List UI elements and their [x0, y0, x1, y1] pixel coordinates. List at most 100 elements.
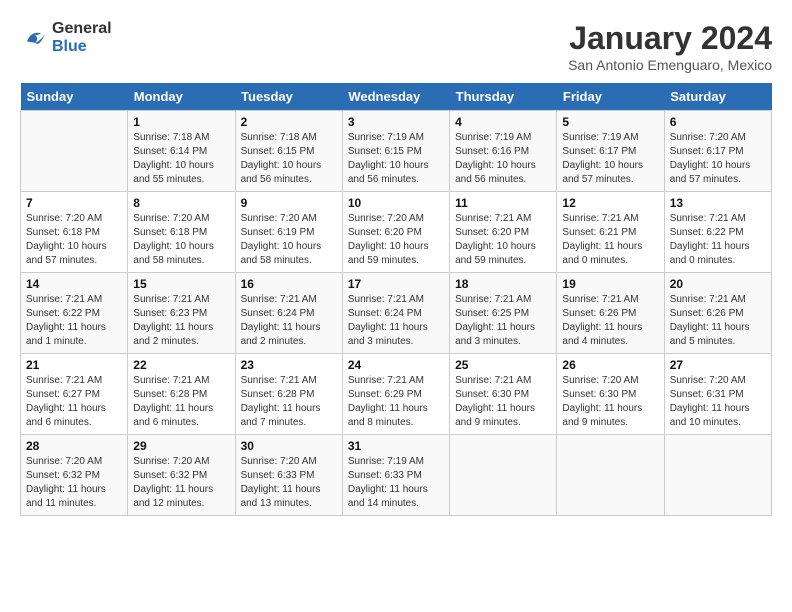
day-info: Sunrise: 7:21 AM Sunset: 6:30 PM Dayligh… — [455, 374, 551, 430]
calendar-cell: 31 Sunrise: 7:19 AM Sunset: 6:33 PM Dayli… — [342, 435, 449, 516]
calendar-body: 1 Sunrise: 7:18 AM Sunset: 6:14 PM Daylig… — [21, 111, 772, 516]
day-number: 8 — [133, 196, 229, 210]
day-number: 24 — [348, 358, 444, 372]
calendar-cell: 23Sunrise: 7:21 AM Sunset: 6:28 PM Dayli… — [235, 354, 342, 435]
day-number: 16 — [241, 277, 337, 291]
calendar-cell: 26 Sunrise: 7:20 AM Sunset: 6:30 PM Dayli… — [557, 354, 664, 435]
day-number: 28 — [26, 439, 122, 453]
day-number: 10 — [348, 196, 444, 210]
weekday-sunday: Sunday — [21, 83, 128, 111]
calendar-cell: 11 Sunrise: 7:21 AM Sunset: 6:20 PM Dayli… — [450, 192, 557, 273]
calendar-cell: 1 Sunrise: 7:18 AM Sunset: 6:14 PM Daylig… — [128, 111, 235, 192]
calendar-cell: 19 Sunrise: 7:21 AM Sunset: 6:26 PM Dayli… — [557, 273, 664, 354]
day-number: 31 — [348, 439, 444, 453]
day-number: 11 — [455, 196, 551, 210]
calendar-cell: 7Sunrise: 7:20 AM Sunset: 6:18 PM Daylig… — [21, 192, 128, 273]
day-number: 22 — [133, 358, 229, 372]
day-info: Sunrise: 7:21 AM Sunset: 6:28 PM Dayligh… — [133, 374, 229, 430]
day-info: Sunrise: 7:18 AM Sunset: 6:14 PM Dayligh… — [133, 131, 229, 187]
calendar-cell: 18 Sunrise: 7:21 AM Sunset: 6:25 PM Dayli… — [450, 273, 557, 354]
day-info: Sunrise: 7:20 AM Sunset: 6:32 PM Dayligh… — [133, 455, 229, 511]
calendar-cell: 4 Sunrise: 7:19 AM Sunset: 6:16 PM Daylig… — [450, 111, 557, 192]
day-number: 15 — [133, 277, 229, 291]
calendar-cell: 3 Sunrise: 7:19 AM Sunset: 6:15 PM Daylig… — [342, 111, 449, 192]
day-info: Sunrise: 7:19 AM Sunset: 6:16 PM Dayligh… — [455, 131, 551, 187]
page-header: General Blue January 2024 San Antonio Em… — [20, 20, 772, 73]
calendar-cell: 10 Sunrise: 7:20 AM Sunset: 6:20 PM Dayli… — [342, 192, 449, 273]
day-number: 1 — [133, 115, 229, 129]
day-number: 23 — [241, 358, 337, 372]
calendar-week-3: 14 Sunrise: 7:21 AM Sunset: 6:22 PM Dayli… — [21, 273, 772, 354]
calendar-cell: 6 Sunrise: 7:20 AM Sunset: 6:17 PM Daylig… — [664, 111, 771, 192]
calendar-cell: 2Sunrise: 7:18 AM Sunset: 6:15 PM Daylig… — [235, 111, 342, 192]
day-number: 26 — [562, 358, 658, 372]
day-info: Sunrise: 7:20 AM Sunset: 6:31 PM Dayligh… — [670, 374, 766, 430]
day-info: Sunrise: 7:21 AM Sunset: 6:29 PM Dayligh… — [348, 374, 444, 430]
logo-blue: Blue — [52, 38, 112, 56]
day-info: Sunrise: 7:21 AM Sunset: 6:20 PM Dayligh… — [455, 212, 551, 268]
day-info: Sunrise: 7:20 AM Sunset: 6:32 PM Dayligh… — [26, 455, 122, 511]
day-info: Sunrise: 7:19 AM Sunset: 6:33 PM Dayligh… — [348, 455, 444, 511]
calendar-cell: 20Sunrise: 7:21 AM Sunset: 6:26 PM Dayli… — [664, 273, 771, 354]
day-info: Sunrise: 7:21 AM Sunset: 6:21 PM Dayligh… — [562, 212, 658, 268]
calendar-table: SundayMondayTuesdayWednesdayThursdayFrid… — [20, 83, 772, 516]
day-info: Sunrise: 7:21 AM Sunset: 6:22 PM Dayligh… — [670, 212, 766, 268]
calendar-cell: 25 Sunrise: 7:21 AM Sunset: 6:30 PM Dayli… — [450, 354, 557, 435]
day-info: Sunrise: 7:20 AM Sunset: 6:17 PM Dayligh… — [670, 131, 766, 187]
day-info: Sunrise: 7:20 AM Sunset: 6:30 PM Dayligh… — [562, 374, 658, 430]
calendar-cell: 29 Sunrise: 7:20 AM Sunset: 6:32 PM Dayli… — [128, 435, 235, 516]
day-number: 3 — [348, 115, 444, 129]
calendar-week-2: 7Sunrise: 7:20 AM Sunset: 6:18 PM Daylig… — [21, 192, 772, 273]
day-info: Sunrise: 7:21 AM Sunset: 6:26 PM Dayligh… — [562, 293, 658, 349]
calendar-cell: 21 Sunrise: 7:21 AM Sunset: 6:27 PM Dayli… — [21, 354, 128, 435]
weekday-tuesday: Tuesday — [235, 83, 342, 111]
day-number: 17 — [348, 277, 444, 291]
day-number: 27 — [670, 358, 766, 372]
weekday-wednesday: Wednesday — [342, 83, 449, 111]
day-number: 29 — [133, 439, 229, 453]
title-block: January 2024 San Antonio Emenguaro, Mexi… — [568, 20, 772, 73]
day-number: 14 — [26, 277, 122, 291]
calendar-cell: 8Sunrise: 7:20 AM Sunset: 6:18 PM Daylig… — [128, 192, 235, 273]
logo: General Blue — [20, 20, 112, 56]
day-number: 5 — [562, 115, 658, 129]
day-number: 7 — [26, 196, 122, 210]
day-info: Sunrise: 7:21 AM Sunset: 6:27 PM Dayligh… — [26, 374, 122, 430]
weekday-monday: Monday — [128, 83, 235, 111]
day-number: 25 — [455, 358, 551, 372]
weekday-thursday: Thursday — [450, 83, 557, 111]
calendar-week-4: 21 Sunrise: 7:21 AM Sunset: 6:27 PM Dayli… — [21, 354, 772, 435]
day-info: Sunrise: 7:21 AM Sunset: 6:23 PM Dayligh… — [133, 293, 229, 349]
calendar-cell — [557, 435, 664, 516]
calendar-cell: 17Sunrise: 7:21 AM Sunset: 6:24 PM Dayli… — [342, 273, 449, 354]
calendar-week-1: 1 Sunrise: 7:18 AM Sunset: 6:14 PM Daylig… — [21, 111, 772, 192]
calendar-cell: 28 Sunrise: 7:20 AM Sunset: 6:32 PM Dayli… — [21, 435, 128, 516]
calendar-cell: 27 Sunrise: 7:20 AM Sunset: 6:31 PM Dayli… — [664, 354, 771, 435]
calendar-cell — [21, 111, 128, 192]
calendar-cell: 5 Sunrise: 7:19 AM Sunset: 6:17 PM Daylig… — [557, 111, 664, 192]
weekday-friday: Friday — [557, 83, 664, 111]
calendar-cell: 30Sunrise: 7:20 AM Sunset: 6:33 PM Dayli… — [235, 435, 342, 516]
calendar-title: January 2024 — [568, 20, 772, 57]
day-number: 21 — [26, 358, 122, 372]
day-info: Sunrise: 7:21 AM Sunset: 6:22 PM Dayligh… — [26, 293, 122, 349]
calendar-subtitle: San Antonio Emenguaro, Mexico — [568, 57, 772, 73]
day-number: 2 — [241, 115, 337, 129]
day-number: 19 — [562, 277, 658, 291]
day-info: Sunrise: 7:20 AM Sunset: 6:33 PM Dayligh… — [241, 455, 337, 511]
day-info: Sunrise: 7:21 AM Sunset: 6:26 PM Dayligh… — [670, 293, 766, 349]
day-info: Sunrise: 7:20 AM Sunset: 6:20 PM Dayligh… — [348, 212, 444, 268]
weekday-saturday: Saturday — [664, 83, 771, 111]
calendar-cell: 14 Sunrise: 7:21 AM Sunset: 6:22 PM Dayli… — [21, 273, 128, 354]
day-number: 18 — [455, 277, 551, 291]
day-info: Sunrise: 7:19 AM Sunset: 6:15 PM Dayligh… — [348, 131, 444, 187]
calendar-cell — [450, 435, 557, 516]
day-info: Sunrise: 7:19 AM Sunset: 6:17 PM Dayligh… — [562, 131, 658, 187]
day-number: 6 — [670, 115, 766, 129]
day-number: 13 — [670, 196, 766, 210]
calendar-cell — [664, 435, 771, 516]
day-number: 4 — [455, 115, 551, 129]
calendar-cell: 22 Sunrise: 7:21 AM Sunset: 6:28 PM Dayli… — [128, 354, 235, 435]
calendar-cell: 16Sunrise: 7:21 AM Sunset: 6:24 PM Dayli… — [235, 273, 342, 354]
day-info: Sunrise: 7:21 AM Sunset: 6:25 PM Dayligh… — [455, 293, 551, 349]
